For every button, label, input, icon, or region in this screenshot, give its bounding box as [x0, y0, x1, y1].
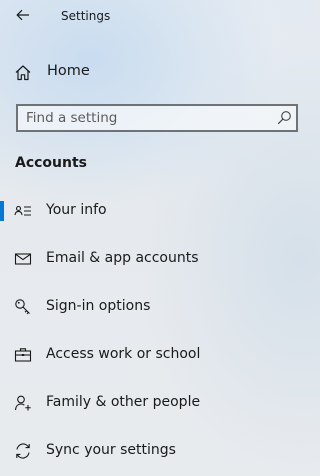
selected-indicator: [0, 201, 4, 221]
nav-item-sync-settings[interactable]: Sync your settings: [0, 431, 316, 471]
search-input[interactable]: [26, 109, 266, 127]
nav-item-label: Your info: [46, 202, 107, 218]
nav-item-label: Email & app accounts: [46, 250, 199, 266]
nav-home-label: Home: [47, 63, 90, 79]
key-icon: [14, 298, 32, 316]
nav-home[interactable]: Home: [0, 56, 316, 88]
search-box[interactable]: [16, 104, 298, 132]
nav-item-label: Sign-in options: [46, 298, 151, 314]
nav-item-family-other-people[interactable]: Family & other people: [0, 383, 316, 423]
title-bar: Settings: [0, 0, 316, 32]
nav-item-label: Access work or school: [46, 346, 201, 362]
sync-icon: [14, 442, 32, 460]
nav-item-access-work-school[interactable]: Access work or school: [0, 335, 316, 375]
window-title: Settings: [61, 9, 111, 23]
nav-item-label: Family & other people: [46, 394, 201, 410]
home-icon: [14, 64, 32, 82]
mail-icon: [14, 250, 32, 268]
nav-item-email-app-accounts[interactable]: Email & app accounts: [0, 239, 316, 279]
nav-item-label: Sync your settings: [46, 442, 176, 458]
person-add-icon: [14, 394, 32, 412]
section-heading: Accounts: [15, 155, 88, 171]
back-button[interactable]: [8, 1, 38, 29]
back-arrow-icon: [16, 9, 29, 21]
contact-card-icon: [14, 202, 32, 220]
nav-item-your-info[interactable]: Your info: [0, 191, 316, 231]
briefcase-icon: [14, 346, 32, 364]
search-icon[interactable]: [276, 110, 292, 126]
nav-item-sign-in-options[interactable]: Sign-in options: [0, 287, 316, 327]
